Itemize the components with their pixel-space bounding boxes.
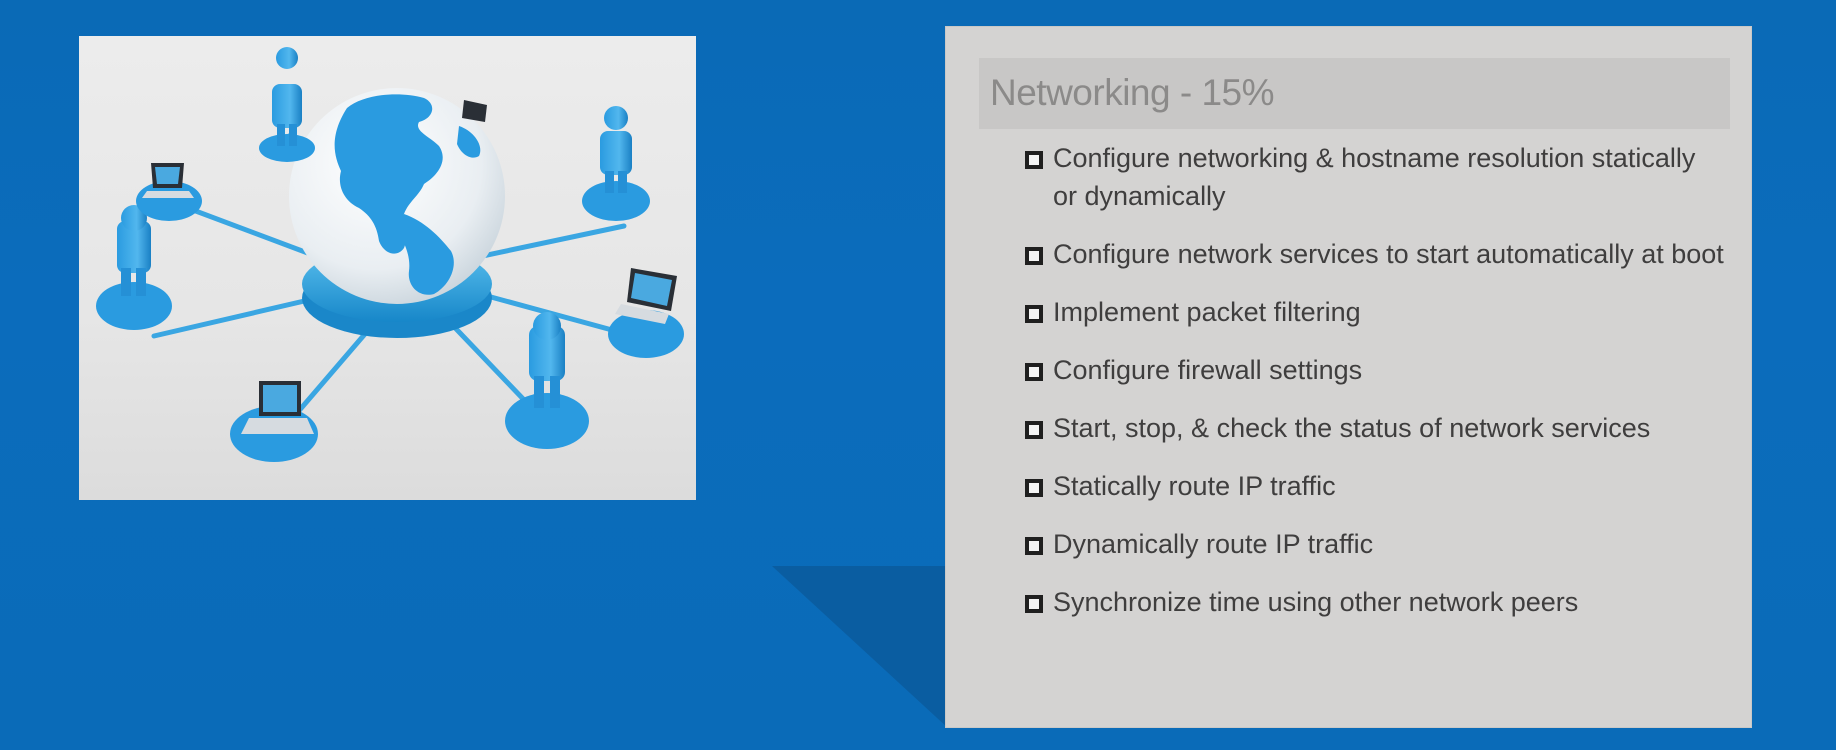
- list-item-text: Configure network services to start auto…: [1053, 239, 1724, 269]
- hollow-square-bullet-icon: [1025, 421, 1043, 439]
- list-item-text: Configure firewall settings: [1053, 355, 1363, 385]
- laptop-node-icon: [608, 268, 684, 358]
- person-node-icon: [505, 312, 589, 449]
- list-item-text: Synchronize time using other network pee…: [1053, 587, 1579, 617]
- hollow-square-bullet-icon: [1025, 151, 1043, 169]
- hollow-square-bullet-icon: [1025, 595, 1043, 613]
- list-item: Start, stop, & check the status of netwo…: [1024, 409, 1724, 447]
- laptop-node-icon: [230, 381, 318, 462]
- globe-network-illustration: [79, 36, 696, 500]
- person-node-icon: [259, 47, 315, 162]
- list-item-text: Dynamically route IP traffic: [1053, 529, 1374, 559]
- list-item: Configure network services to start auto…: [1024, 235, 1724, 273]
- list-item-text: Implement packet filtering: [1053, 297, 1361, 327]
- list-item: Synchronize time using other network pee…: [1024, 583, 1724, 621]
- hollow-square-bullet-icon: [1025, 363, 1043, 381]
- list-item-text: Start, stop, & check the status of netwo…: [1053, 413, 1651, 443]
- hollow-square-bullet-icon: [1025, 305, 1043, 323]
- laptop-node-icon: [136, 163, 202, 221]
- list-item: Statically route IP traffic: [1024, 467, 1724, 505]
- card-title: Networking - 15%: [990, 72, 1275, 113]
- list-item: Configure networking & hostname resoluti…: [1024, 139, 1724, 215]
- hollow-square-bullet-icon: [1025, 247, 1043, 265]
- person-node-icon: [582, 106, 650, 221]
- topic-card: Networking - 15% Configure networking & …: [946, 27, 1751, 727]
- list-item-text: Configure networking & hostname resoluti…: [1053, 143, 1696, 211]
- person-node-icon: [96, 205, 172, 330]
- list-item: Implement packet filtering: [1024, 293, 1724, 331]
- list-item-text: Statically route IP traffic: [1053, 471, 1336, 501]
- list-item: Dynamically route IP traffic: [1024, 525, 1724, 563]
- globe-icon: [289, 88, 505, 304]
- hollow-square-bullet-icon: [1025, 537, 1043, 555]
- hollow-square-bullet-icon: [1025, 479, 1043, 497]
- card-header: Networking - 15%: [979, 58, 1730, 129]
- list-item: Configure firewall settings: [1024, 351, 1724, 389]
- objectives-list: Configure networking & hostname resoluti…: [1024, 139, 1724, 621]
